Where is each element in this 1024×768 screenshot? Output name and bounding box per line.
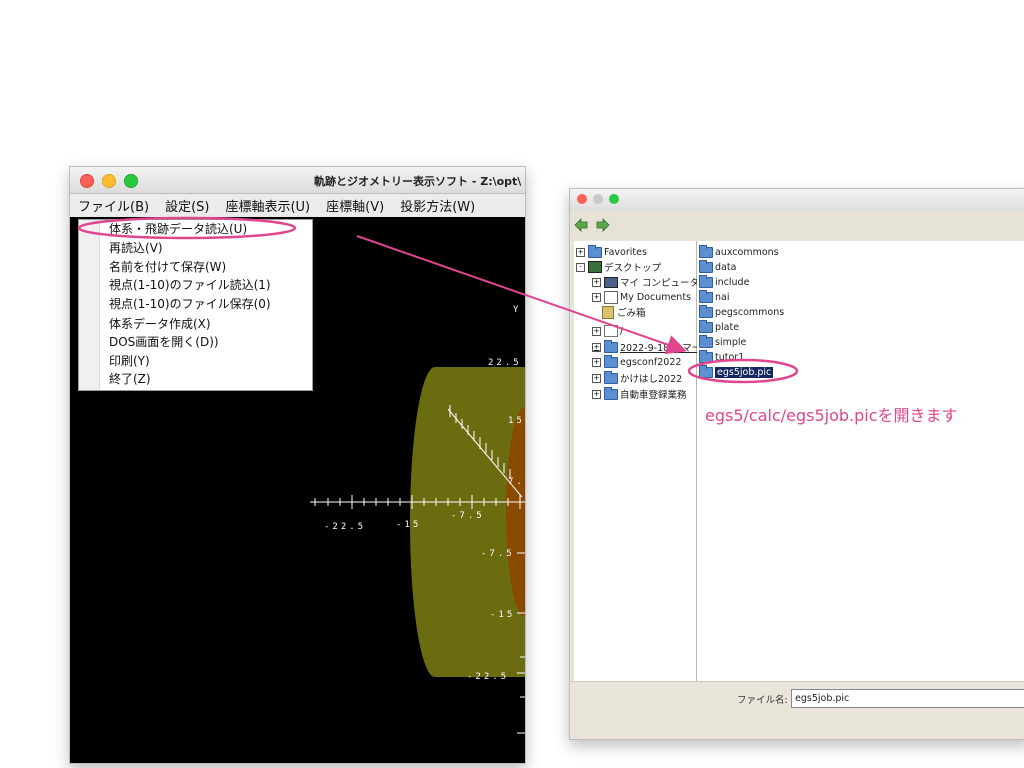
file-highlight-ellipse xyxy=(687,358,799,384)
annotation-arrow xyxy=(356,235,687,355)
menu-highlight-ellipse xyxy=(77,216,297,240)
annotation-overlay xyxy=(77,216,799,384)
